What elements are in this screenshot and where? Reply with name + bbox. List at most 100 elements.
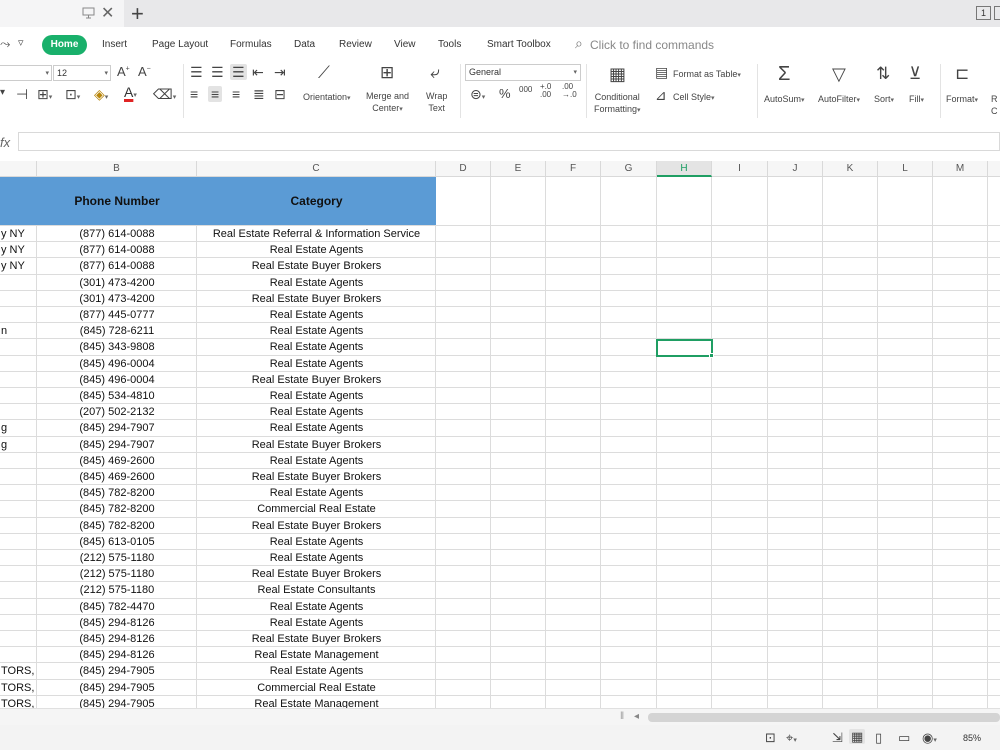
phone-cell[interactable]: (877) 614-0088	[37, 258, 197, 274]
category-cell[interactable]: Real Estate Agents	[197, 356, 436, 372]
currency-icon[interactable]: ⊜▾	[470, 87, 485, 101]
search-icon[interactable]: ⌕	[575, 35, 583, 52]
font-color-icon[interactable]: A▾	[124, 85, 137, 99]
phone-cell[interactable]: (845) 782-8200	[37, 485, 197, 501]
selected-cell-h[interactable]	[656, 339, 713, 357]
cell-a-partial[interactable]	[0, 339, 36, 355]
cell-a-partial[interactable]	[0, 275, 36, 291]
phone-cell[interactable]: (845) 294-7905	[37, 663, 197, 679]
phone-cell[interactable]: (845) 496-0004	[37, 372, 197, 388]
format-as-table-icon[interactable]: ▤	[655, 65, 668, 79]
category-cell[interactable]: Real Estate Agents	[197, 307, 436, 323]
merge-center-icon[interactable]: ⊞	[380, 64, 394, 81]
thousands-separator-icon[interactable]: 000	[519, 86, 532, 94]
scroll-left-icon[interactable]: ◂	[634, 711, 639, 722]
category-cell[interactable]: Real Estate Agents	[197, 615, 436, 631]
category-cell[interactable]: Real Estate Agents	[197, 663, 436, 679]
align-right-icon[interactable]: ≡	[232, 87, 240, 101]
zoom-level[interactable]: 85%	[963, 733, 981, 743]
decrease-decimal-icon[interactable]: .00 →.0	[562, 83, 577, 99]
increase-decimal-icon[interactable]: +.0 .00	[540, 83, 551, 99]
category-cell[interactable]: Real Estate Agents	[197, 242, 436, 258]
cell-a-partial[interactable]	[0, 469, 36, 485]
page-layout-view-icon[interactable]: ▭	[898, 731, 910, 744]
category-cell[interactable]: Real Estate Agents	[197, 550, 436, 566]
menu-data[interactable]: Data	[294, 39, 315, 50]
cell-a-partial[interactable]	[0, 485, 36, 501]
distributed-icon[interactable]: ⊟	[274, 87, 286, 101]
format-button[interactable]: Format▾	[946, 93, 978, 107]
phone-cell[interactable]: (207) 502-2132	[37, 404, 197, 420]
category-cell[interactable]: Commercial Real Estate	[197, 501, 436, 517]
phone-cell[interactable]: (301) 473-4200	[37, 275, 197, 291]
phone-cell[interactable]: (845) 782-4470	[37, 599, 197, 615]
category-cell[interactable]: Real Estate Agents	[197, 388, 436, 404]
phone-cell[interactable]: (845) 728-6211	[37, 323, 197, 339]
phone-cell[interactable]: (845) 294-7907	[37, 437, 197, 453]
column-header-m[interactable]: M	[933, 161, 988, 177]
cell-a-partial[interactable]: y NY	[0, 258, 36, 274]
number-format-select[interactable]: General ▾	[465, 64, 581, 81]
cell-a-partial[interactable]: TORS, Ir	[0, 663, 36, 679]
autosum-icon[interactable]: Σ	[778, 64, 790, 84]
category-cell[interactable]: Real Estate Buyer Brokers	[197, 437, 436, 453]
align-top-icon[interactable]: ☰	[190, 65, 203, 79]
phone-cell[interactable]: (212) 575-1180	[37, 550, 197, 566]
cell-a-partial[interactable]	[0, 307, 36, 323]
cell-a-partial[interactable]	[0, 518, 36, 534]
align-middle-icon[interactable]: ☰	[211, 65, 224, 79]
align-center-icon[interactable]: ≡	[208, 86, 223, 102]
cell-a-partial[interactable]	[0, 534, 36, 550]
phone-cell[interactable]: (845) 496-0004	[37, 356, 197, 372]
autofilter-button[interactable]: AutoFilter▾	[818, 93, 860, 107]
cell-a-partial[interactable]	[0, 453, 36, 469]
menu-tools[interactable]: Tools	[438, 39, 461, 50]
decrease-font-icon[interactable]: A−	[138, 65, 151, 78]
phone-cell[interactable]: (212) 575-1180	[37, 582, 197, 598]
category-cell[interactable]: Real Estate Consultants	[197, 582, 436, 598]
increase-indent-icon[interactable]: ⇥	[274, 65, 286, 79]
cell-a-partial[interactable]: g	[0, 437, 36, 453]
cell-a-partial[interactable]: TORS, Ir	[0, 696, 36, 708]
category-cell[interactable]: Real Estate Management	[197, 647, 436, 663]
column-header-n[interactable]	[988, 161, 1000, 177]
category-cell[interactable]: Real Estate Agents	[197, 404, 436, 420]
sort-icon[interactable]: ⇅	[876, 65, 890, 82]
phone-cell[interactable]: (845) 294-8126	[37, 647, 197, 663]
cell-a-partial[interactable]	[0, 599, 36, 615]
increase-font-icon[interactable]: A+	[117, 65, 130, 78]
menu-insert[interactable]: Insert	[102, 39, 127, 50]
formula-input[interactable]	[18, 132, 1000, 151]
column-header-a[interactable]	[0, 161, 37, 177]
conditional-formatting-button[interactable]: Conditional Formatting▾	[594, 91, 641, 117]
category-cell[interactable]: Real Estate Buyer Brokers	[197, 258, 436, 274]
column-header-h[interactable]: H	[657, 161, 712, 177]
header-category[interactable]: Category	[197, 177, 436, 225]
font-name-select[interactable]: ▾	[0, 65, 52, 81]
merge-center-button[interactable]: Merge and Center▾	[366, 90, 409, 116]
horizontal-scrollbar[interactable]	[648, 713, 1000, 722]
quick-access-dropdown-icon[interactable]: ▿	[18, 36, 24, 49]
phone-cell[interactable]: (877) 614-0088	[37, 242, 197, 258]
category-cell[interactable]: Real Estate Buyer Brokers	[197, 291, 436, 307]
column-header-f[interactable]: F	[546, 161, 601, 177]
column-header-l[interactable]: L	[878, 161, 933, 177]
phone-cell[interactable]: (301) 473-4200	[37, 291, 197, 307]
column-header-i[interactable]: I	[712, 161, 768, 177]
cell-style-icon[interactable]: ⊿	[655, 88, 667, 102]
monitor-icon[interactable]	[82, 6, 95, 19]
phone-cell[interactable]: (845) 469-2600	[37, 469, 197, 485]
column-header-g[interactable]: G	[601, 161, 657, 177]
phone-cell[interactable]: (845) 782-8200	[37, 501, 197, 517]
cell-a-partial[interactable]	[0, 356, 36, 372]
cell-a-partial[interactable]	[0, 647, 36, 663]
category-cell[interactable]: Real Estate Agents	[197, 485, 436, 501]
format-icon[interactable]: ⊏	[955, 65, 969, 82]
category-cell[interactable]: Real Estate Buyer Brokers	[197, 372, 436, 388]
phone-cell[interactable]: (212) 575-1180	[37, 566, 197, 582]
cell-a-partial[interactable]	[0, 566, 36, 582]
category-cell[interactable]: Real Estate Buyer Brokers	[197, 518, 436, 534]
fill-icon[interactable]: ⊻	[909, 65, 921, 82]
eye-protection-icon[interactable]: ◉▾	[922, 731, 937, 744]
clear-format-icon[interactable]: ⌫▾	[153, 87, 176, 101]
